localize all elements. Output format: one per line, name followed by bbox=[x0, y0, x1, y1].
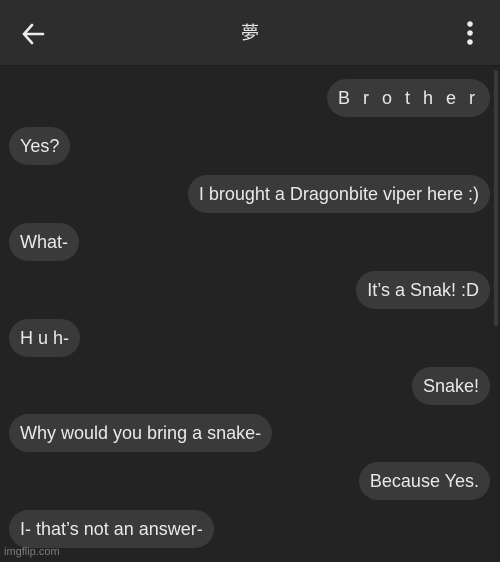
more-vertical-icon bbox=[467, 21, 473, 45]
incoming-message[interactable]: Why would you bring a snake- bbox=[9, 414, 273, 452]
outgoing-message[interactable]: I brought a Dragonbite viper here :) bbox=[187, 175, 490, 213]
incoming-message[interactable]: What- bbox=[9, 223, 80, 261]
incoming-message[interactable]: Yes? bbox=[9, 127, 71, 165]
more-options-button[interactable] bbox=[460, 16, 480, 50]
outgoing-message[interactable]: Because Yes. bbox=[358, 462, 490, 500]
outgoing-message[interactable]: B r o t h e r bbox=[326, 79, 490, 117]
message-thread[interactable]: B r o t h e r Yes? I brought a Dragonbit… bbox=[0, 66, 500, 562]
incoming-message[interactable]: I- that’s not an answer- bbox=[9, 510, 214, 548]
watermark-text: imgflip.com bbox=[4, 546, 60, 558]
incoming-message[interactable]: H u h- bbox=[9, 319, 81, 357]
conversation-title: 夢 bbox=[241, 23, 259, 43]
outgoing-message[interactable]: It’s a Snak! :D bbox=[356, 271, 490, 309]
outgoing-message[interactable]: Snake! bbox=[411, 367, 490, 405]
chat-header: 夢 bbox=[0, 0, 500, 66]
chat-screen: 夢 B r o t h e r Yes? I brought a Dragonb… bbox=[0, 0, 500, 562]
scrollbar[interactable] bbox=[494, 70, 498, 326]
